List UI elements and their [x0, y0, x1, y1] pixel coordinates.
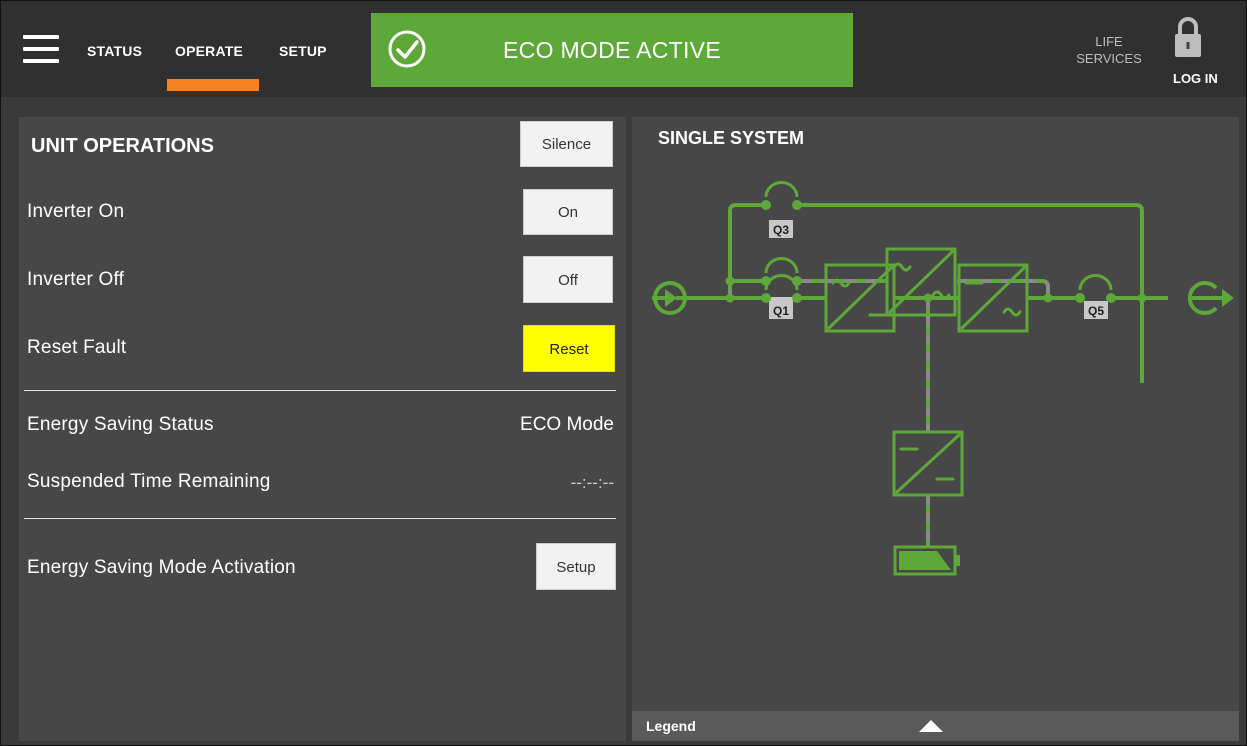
divider: [24, 390, 616, 391]
legend-label: Legend: [646, 718, 696, 734]
divider: [24, 518, 616, 519]
energy-saving-status-value: ECO Mode: [520, 414, 614, 435]
life-services-line1: LIFE: [1095, 34, 1123, 49]
bypass-line-right: [800, 203, 1144, 383]
reset-fault-label: Reset Fault: [27, 337, 127, 358]
q1-label: Q1: [773, 304, 789, 318]
banner-text: ECO MODE ACTIVE: [503, 37, 721, 63]
top-bar: STATUS OPERATE SETUP ECO MODE ACTIVE LIF…: [1, 1, 1246, 97]
energy-saving-status-label: Energy Saving Status: [27, 414, 214, 435]
inverter-off-label: Inverter Off: [27, 269, 125, 290]
life-services-link[interactable]: LIFE SERVICES: [1061, 33, 1157, 67]
silence-button[interactable]: Silence: [520, 121, 613, 167]
eco-mode-banner: ECO MODE ACTIVE: [371, 13, 853, 87]
lock-icon[interactable]: [1173, 15, 1203, 59]
login-button[interactable]: LOG IN: [1173, 71, 1218, 86]
bypass-line-left: [728, 203, 763, 298]
bypass-converter-icon: [885, 247, 957, 317]
q3-label: Q3: [773, 223, 789, 237]
output-icon: [1187, 281, 1234, 315]
single-line-diagram: Q3 Q2 Q1 Q5: [652, 181, 1234, 576]
battery-icon: [893, 545, 960, 576]
unit-operations-title: UNIT OPERATIONS: [31, 135, 214, 157]
legend-bar[interactable]: Legend: [632, 711, 1239, 741]
switch-q5: Q5: [1075, 274, 1116, 319]
unit-operations-panel: UNIT OPERATIONS Silence Inverter On On I…: [19, 117, 626, 741]
switch-q3: Q3: [761, 181, 802, 238]
suspended-time-value: --:--:--: [570, 473, 614, 492]
energy-saving-activation-label: Energy Saving Mode Activation: [27, 557, 296, 578]
tab-status[interactable]: STATUS: [87, 43, 142, 59]
suspended-time-label: Suspended Time Remaining: [27, 471, 271, 492]
q5-label: Q5: [1088, 304, 1104, 318]
app-frame: STATUS OPERATE SETUP ECO MODE ACTIVE LIF…: [0, 0, 1247, 746]
tab-operate[interactable]: OPERATE: [175, 43, 243, 59]
dc-converter-icon: [892, 430, 964, 497]
tab-setup[interactable]: SETUP: [279, 43, 327, 59]
reset-fault-button[interactable]: Reset: [523, 325, 615, 372]
inverter-on-label: Inverter On: [27, 201, 125, 222]
inverter-icon: [957, 263, 1029, 333]
setup-button[interactable]: Setup: [536, 543, 616, 590]
inverter-on-button[interactable]: On: [523, 189, 613, 235]
menu-icon[interactable]: [23, 35, 59, 65]
chevron-up-icon[interactable]: [918, 719, 944, 733]
rectifier-icon: [824, 263, 896, 333]
active-tab-indicator: [167, 79, 259, 91]
single-system-panel: SINGLE SYSTEM Q3 Q1 Q5 Legend: [632, 117, 1239, 741]
life-services-line2: SERVICES: [1076, 51, 1142, 66]
inverter-off-button[interactable]: Off: [523, 256, 613, 303]
